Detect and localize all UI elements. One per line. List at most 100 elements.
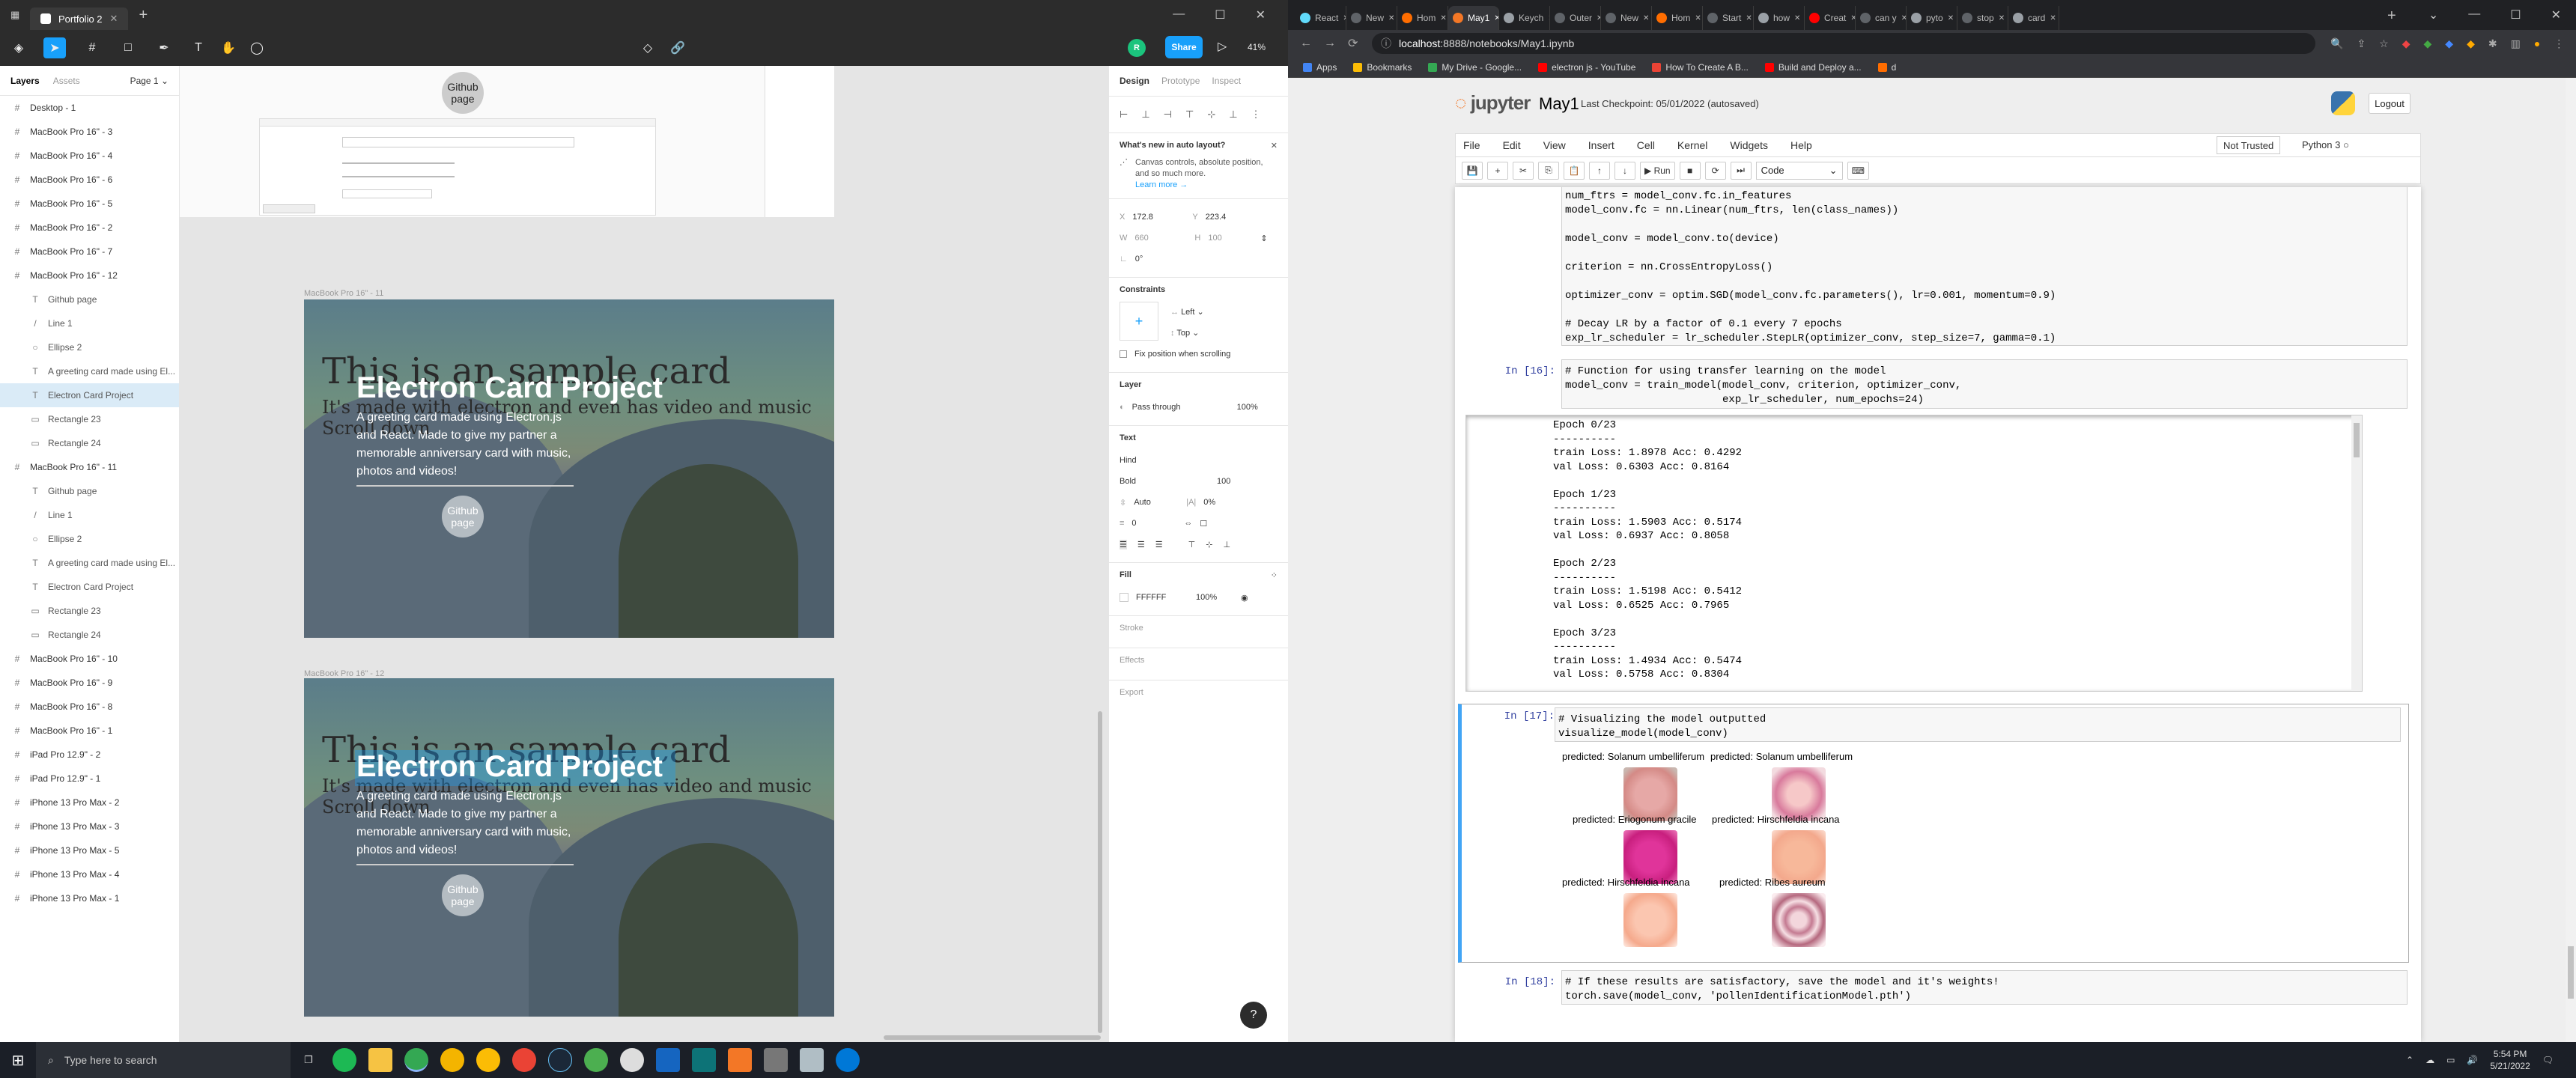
link-icon[interactable]: 🔗 <box>666 37 689 58</box>
code-cell[interactable]: In [16]: # Function for using transfer l… <box>1465 359 2409 692</box>
browser-tab[interactable]: pyto ✕ <box>1907 6 1957 30</box>
page-selector[interactable]: Page 1 ⌄ <box>130 76 168 86</box>
notebook-name[interactable]: May1 <box>1539 94 1579 114</box>
app-icon[interactable] <box>800 1048 824 1072</box>
github-button[interactable]: Github page <box>442 874 484 916</box>
bookmark-item[interactable]: d <box>1877 62 1896 73</box>
app-icon[interactable] <box>620 1048 644 1072</box>
card-title-selected[interactable]: Electron Card Project <box>356 750 663 784</box>
fast-forward-icon[interactable]: ⏭ <box>1730 161 1752 180</box>
task-view-icon[interactable]: ❐ <box>297 1048 321 1072</box>
layer-item[interactable]: # MacBook Pro 16" - 4 <box>0 144 179 168</box>
menu-item-insert[interactable]: Insert <box>1588 139 1614 151</box>
tab-assets[interactable]: Assets <box>53 76 80 86</box>
main-menu-icon[interactable]: ◈ <box>7 37 30 58</box>
kernel-indicator[interactable]: Python 3 ○ <box>2302 139 2349 150</box>
close-icon[interactable]: ✕ <box>1999 14 2005 22</box>
component-icon[interactable]: ◇ <box>637 37 659 58</box>
layer-item[interactable]: T Github page <box>0 287 179 311</box>
layer-item[interactable]: # MacBook Pro 16" - 10 <box>0 647 179 671</box>
app-icon[interactable] <box>656 1048 680 1072</box>
cell-input[interactable]: # Function for using transfer learning o… <box>1561 359 2408 409</box>
card-frame-11[interactable]: This is an sample card It's made with el… <box>304 299 834 638</box>
browser-tab[interactable]: Hom ✕ <box>1652 6 1703 30</box>
app-icon[interactable] <box>512 1048 536 1072</box>
layer-item[interactable]: # MacBook Pro 16" - 11 <box>0 455 179 479</box>
present-icon[interactable]: ▷ <box>1218 39 1227 54</box>
layer-item[interactable]: # MacBook Pro 16" - 5 <box>0 192 179 216</box>
text-valign-middle-icon[interactable]: ⊹ <box>1206 540 1212 549</box>
font-family[interactable]: Hind <box>1120 450 1278 471</box>
url-bar[interactable]: ⓘ localhost:8888/notebooks/May1.ipynb <box>1372 33 2315 54</box>
code-cell[interactable]: In [18]: # If these results are satisfac… <box>1465 970 2409 1015</box>
styles-icon[interactable]: ⁘ <box>1271 570 1278 580</box>
y-value[interactable]: 223.4 <box>1206 213 1227 222</box>
layer-item[interactable]: ○ Ellipse 2 <box>0 335 179 359</box>
bookmark-item[interactable]: electron js - YouTube <box>1538 62 1635 73</box>
github-button[interactable]: Github page <box>442 496 484 538</box>
start-button[interactable]: ⊞ <box>0 1042 36 1078</box>
close-icon[interactable]: ✕ <box>1746 14 1752 22</box>
cell-type-select[interactable]: Code ⌄ <box>1755 161 1843 180</box>
stop-icon[interactable]: ■ <box>1679 161 1701 180</box>
clock[interactable]: 5:54 PM 5/21/2022 <box>2490 1048 2530 1072</box>
layer-item[interactable]: T Github page <box>0 479 179 503</box>
x-value[interactable]: 172.8 <box>1132 213 1185 222</box>
stroke-section[interactable]: Stroke <box>1109 615 1288 648</box>
layer-item[interactable]: # iPhone 13 Pro Max - 1 <box>0 886 179 910</box>
keyboard-icon[interactable]: ⌨ <box>1847 161 1869 180</box>
layer-opacity[interactable]: 100% <box>1237 403 1258 412</box>
layer-item[interactable]: # Desktop - 1 <box>0 96 179 120</box>
text-align-left-icon[interactable]: ☰ <box>1120 539 1127 549</box>
rotation-value[interactable]: 0° <box>1135 255 1143 264</box>
menu-item-file[interactable]: File <box>1463 139 1480 151</box>
bookmark-item[interactable]: Apps <box>1303 62 1337 73</box>
close-icon[interactable]: ✕ <box>1695 14 1701 22</box>
new-tab-icon[interactable]: + <box>139 7 148 24</box>
cell-input[interactable]: # Visualizing the model outputted visual… <box>1555 707 2401 742</box>
edge-icon[interactable] <box>836 1048 860 1072</box>
text-tool-icon[interactable]: T <box>187 37 210 58</box>
cloud-icon[interactable]: ☁ <box>2425 1055 2434 1065</box>
move-down-icon[interactable]: ↓ <box>1614 161 1635 180</box>
app-icon[interactable] <box>476 1048 500 1072</box>
shape-tool-icon[interactable]: □ <box>117 37 139 58</box>
close-icon[interactable]: ✕ <box>1901 14 1906 22</box>
layer-item[interactable]: # MacBook Pro 16" - 3 <box>0 120 179 144</box>
hand-tool-icon[interactable]: ✋ <box>217 37 240 58</box>
align-right-icon[interactable]: ⊣ <box>1164 109 1172 121</box>
profile-icon[interactable]: ● <box>2534 37 2540 50</box>
text-align-right-icon[interactable]: ☰ <box>1155 540 1163 549</box>
back-icon[interactable]: ← <box>1300 37 1312 50</box>
layer-item[interactable]: / Line 1 <box>0 503 179 527</box>
paste-icon[interactable]: 📋 <box>1564 161 1585 180</box>
layer-item[interactable]: # iPhone 13 Pro Max - 3 <box>0 814 179 838</box>
browser-tab[interactable]: can y ✕ <box>1856 6 1907 30</box>
align-middle-icon[interactable]: ⊹ <box>1207 109 1215 121</box>
layer-item[interactable]: # iPhone 13 Pro Max - 5 <box>0 838 179 862</box>
app-icon[interactable] <box>440 1048 464 1072</box>
sidebar-icon[interactable]: ▥ <box>2511 37 2521 50</box>
menu-item-widgets[interactable]: Widgets <box>1730 139 1768 151</box>
file-explorer-icon[interactable] <box>368 1048 392 1072</box>
layer-item[interactable]: # MacBook Pro 16" - 12 <box>0 264 179 287</box>
app-icon[interactable] <box>764 1048 788 1072</box>
align-top-icon[interactable]: ⊤ <box>1185 109 1194 121</box>
maximize-icon[interactable]: ☐ <box>2510 7 2521 22</box>
close-icon[interactable]: ✕ <box>1271 141 1278 150</box>
star-icon[interactable]: ☆ <box>2379 37 2389 50</box>
chevron-up-icon[interactable]: ⌃ <box>2406 1055 2414 1065</box>
constraint-horizontal[interactable]: ↔ Left ⌄ <box>1170 302 1204 323</box>
close-window-icon[interactable]: ✕ <box>1256 7 1266 22</box>
close-window-icon[interactable]: ✕ <box>2551 7 2561 22</box>
steam-icon[interactable] <box>548 1048 572 1072</box>
comment-tool-icon[interactable]: ◯ <box>246 37 268 58</box>
logout-button[interactable]: Logout <box>2369 93 2411 114</box>
close-icon[interactable]: ✕ <box>1948 14 1954 22</box>
close-icon[interactable]: ✕ <box>1494 14 1498 22</box>
canvas-vertical-scrollbar[interactable] <box>1098 711 1102 1033</box>
layer-item[interactable]: ○ Ellipse 2 <box>0 527 179 551</box>
taskbar-search[interactable]: ⌕ Type here to search <box>36 1042 291 1078</box>
card-divider[interactable] <box>356 485 574 487</box>
extension-icon[interactable]: ◆ <box>2424 37 2432 50</box>
